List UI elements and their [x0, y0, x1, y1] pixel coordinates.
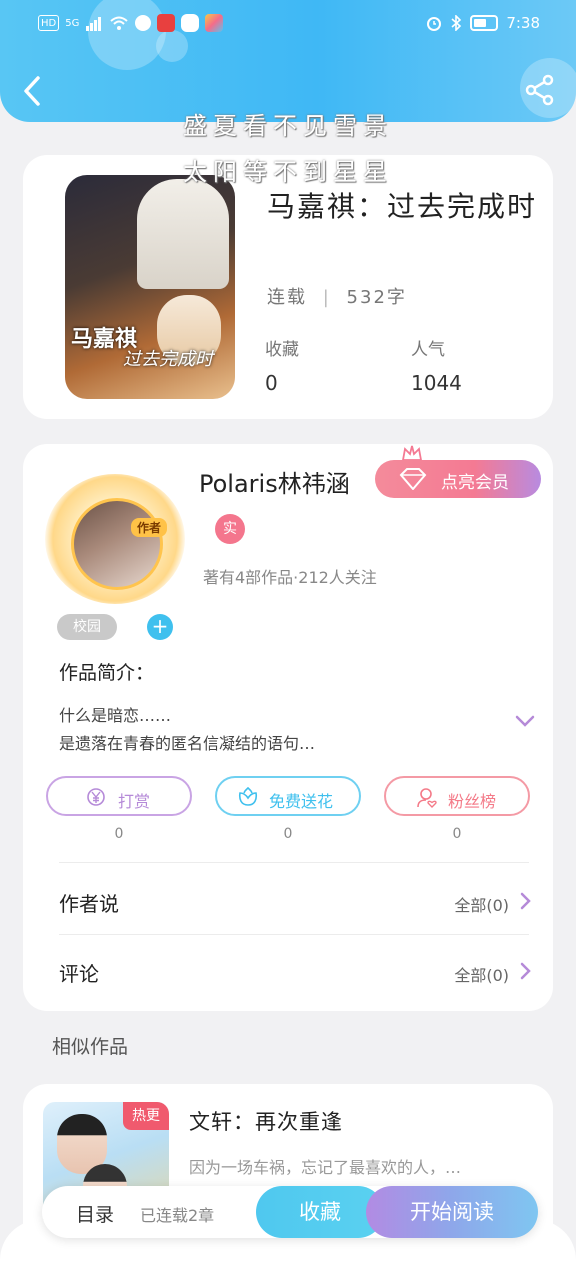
stat-label-popularity: 人气 — [411, 340, 445, 360]
network-label: 5G — [65, 17, 80, 29]
fan-user-icon — [417, 788, 437, 808]
app-notification-icon — [205, 14, 224, 32]
app-notification-icon — [135, 15, 152, 31]
alarm-icon — [427, 17, 442, 31]
intro-line: 是遗落在青春的匿名信凝结的语句… — [59, 734, 316, 753]
fan-ranking-count: 0 — [452, 826, 462, 842]
stat-value-popularity: 1044 — [411, 371, 462, 395]
author-summary: 著有4部作品·212人关注 — [203, 568, 377, 587]
chevron-down-icon[interactable] — [515, 714, 535, 728]
signal-icon — [86, 17, 102, 31]
stat-label-favorites: 收藏 — [265, 340, 299, 360]
author-avatar[interactable]: 作者 — [45, 474, 185, 604]
add-tag-button[interactable]: + — [147, 614, 173, 640]
reward-label: 打赏 — [118, 792, 151, 811]
book-cover[interactable]: 马嘉祺 过去完成时 — [65, 175, 235, 399]
cover-figure — [137, 179, 229, 289]
overlay-text-line1: 盛夏看不见雪景 — [183, 112, 393, 140]
author-card: 作者 Polaris林祎涵 点亮会员 实 著有4部作品·212人关注 校园 + … — [23, 444, 553, 1011]
favorite-button[interactable]: 收藏 — [256, 1186, 384, 1238]
row-count: 全部(0) — [454, 896, 509, 915]
similar-work-desc: 因为一场车祸，忘记了最喜欢的人，… — [189, 1158, 462, 1177]
bluetooth-icon — [451, 15, 462, 31]
yen-coin-icon — [87, 788, 105, 806]
row-label: 评论 — [59, 962, 99, 986]
similar-works-title: 相似作品 — [52, 1036, 129, 1058]
row-label: 作者说 — [59, 892, 119, 916]
fan-ranking-button[interactable]: 粉丝榜 — [384, 776, 530, 816]
stat-value-favorites: 0 — [265, 371, 278, 395]
flower-icon — [238, 787, 258, 806]
similar-work-title: 文轩：再次重逢 — [189, 1110, 343, 1134]
comments-row[interactable]: 评论 全部(0) — [23, 936, 553, 1006]
divider — [59, 934, 529, 935]
intro-text: 什么是暗恋…… 是遗落在青春的匿名信凝结的语句… — [59, 702, 489, 758]
genre-tag[interactable]: 校园 — [57, 614, 117, 640]
verified-badge: 实 — [215, 514, 245, 544]
row-count: 全部(0) — [454, 966, 509, 985]
clock: 7:38 — [506, 14, 540, 32]
chapter-count: 已连载2章 — [140, 1206, 215, 1225]
read-bar: 目录 已连载2章 收藏 开始阅读 — [42, 1186, 538, 1238]
back-arrow-icon[interactable] — [18, 74, 48, 108]
author-badge: 作者 — [131, 518, 168, 537]
chevron-right-icon — [520, 962, 531, 980]
vip-button-label: 点亮会员 — [441, 473, 509, 493]
intro-title: 作品简介： — [59, 662, 155, 684]
chevron-right-icon — [520, 892, 531, 910]
carrier-label: HD — [38, 15, 60, 31]
header: HD 5G 7:38 — [0, 0, 576, 122]
word-count: 532字 — [346, 287, 407, 308]
start-reading-button[interactable]: 开始阅读 — [366, 1186, 538, 1238]
hot-badge: 热更 — [123, 1102, 169, 1130]
toc-button[interactable]: 目录 — [76, 1200, 114, 1227]
intro-line: 什么是暗恋…… — [59, 706, 172, 725]
vip-button[interactable]: 点亮会员 — [375, 460, 541, 498]
wechat-icon — [181, 14, 200, 32]
reward-button[interactable]: 打赏 — [46, 776, 192, 816]
meta-divider: | — [322, 287, 331, 308]
avatar — [71, 498, 163, 590]
book-status: 连载 — [267, 287, 307, 308]
status-bar: HD 5G 7:38 — [0, 0, 576, 48]
wifi-icon — [110, 16, 129, 30]
send-flower-label: 免费送花 — [269, 792, 334, 811]
author-name[interactable]: Polaris林祎涵 — [199, 464, 350, 499]
send-flower-button[interactable]: 免费送花 — [215, 776, 361, 816]
fan-ranking-label: 粉丝榜 — [448, 792, 497, 811]
reward-count: 0 — [114, 826, 124, 842]
author-notes-row[interactable]: 作者说 全部(0) — [23, 864, 553, 934]
app-notification-icon — [157, 14, 176, 32]
share-icon[interactable] — [524, 74, 556, 106]
overlay-text-line2: 太阳等不到星星 — [183, 158, 393, 186]
divider — [59, 862, 529, 863]
send-flower-count: 0 — [283, 826, 293, 842]
book-info-card: 马嘉祺 过去完成时 马嘉祺：过去完成时 连载 | 532字 收藏 0 人气 10… — [23, 155, 553, 419]
battery-icon — [470, 15, 499, 31]
book-meta: 连载 | 532字 — [267, 283, 407, 309]
diamond-icon — [399, 468, 427, 490]
book-title: 马嘉祺：过去完成时 — [267, 190, 538, 223]
cover-text: 过去完成时 — [123, 349, 213, 370]
